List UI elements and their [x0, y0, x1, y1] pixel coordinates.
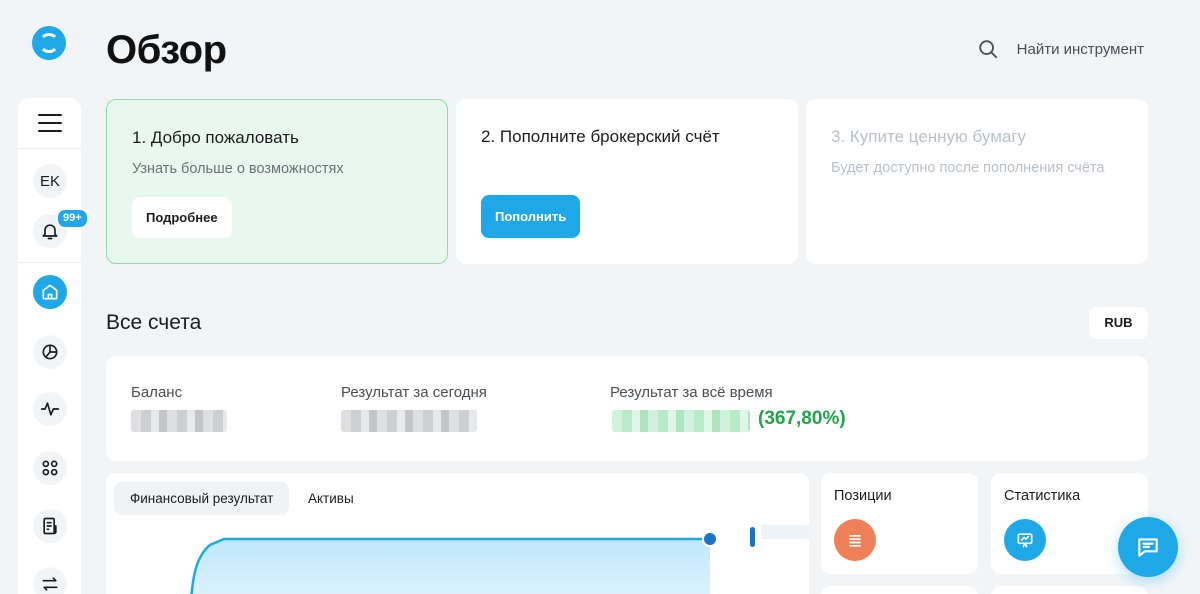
widget-title: Позиции — [834, 488, 892, 504]
sidebar-item-pulse[interactable] — [33, 392, 67, 426]
today-result-value-hidden — [341, 410, 477, 432]
tab-financial-result[interactable]: Финансовый результат — [114, 482, 290, 515]
onboarding-step-buy: 3. Купите ценную бумагу Будет доступно п… — [806, 99, 1148, 264]
onboarding-step-welcome: 1. Добро пожаловать Узнать больше о возм… — [106, 99, 448, 264]
step-subtitle: Узнать больше о возможностях — [132, 161, 344, 177]
widget-title: Статистика — [1004, 488, 1081, 504]
transfer-arrows-icon — [42, 577, 58, 591]
currency-selector[interactable]: RUB — [1089, 307, 1148, 339]
chart-scroll-handle[interactable] — [750, 527, 755, 547]
pulse-icon — [40, 402, 60, 416]
sidebar-item-portfolio[interactable] — [33, 335, 67, 369]
chart-range-track — [761, 525, 809, 539]
sidebar-item-catalog[interactable] — [33, 451, 67, 485]
chart-area — [191, 539, 710, 594]
support-chat-button[interactable] — [1118, 517, 1178, 577]
alltime-result-label: Результат за всё время — [610, 384, 773, 401]
step-subtitle: Будет доступно после пополнения счёта — [831, 160, 1105, 176]
home-icon — [42, 284, 58, 300]
avatar[interactable]: EK — [33, 164, 67, 198]
sidebar-divider — [18, 262, 81, 263]
step-title: 2. Пополните брокерский счёт — [481, 127, 720, 146]
deposit-button[interactable]: Пополнить — [481, 195, 581, 238]
pie-chart-icon — [42, 344, 58, 360]
chart-panel: Финансовый результат Активы — [106, 473, 809, 594]
search-icon — [978, 40, 997, 59]
page-title: Обзор — [106, 28, 227, 72]
sidebar: EK 99+ — [18, 98, 89, 594]
grid-icon — [42, 460, 58, 476]
alltime-result-percent: (367,80%) — [758, 408, 846, 429]
widget-placeholder — [991, 586, 1148, 594]
onboarding-step-deposit: 2. Пополните брокерский счёт Пополнить — [456, 99, 798, 264]
app-logo[interactable] — [32, 26, 66, 60]
menu-icon[interactable] — [38, 114, 62, 132]
sidebar-divider — [18, 148, 81, 149]
tab-assets[interactable]: Активы — [292, 482, 370, 515]
widget-placeholder — [821, 586, 978, 594]
balance-label: Баланс — [131, 384, 183, 401]
alltime-result-value-hidden — [612, 410, 750, 432]
sidebar-item-home[interactable] — [33, 275, 67, 309]
widget-positions[interactable]: Позиции — [821, 473, 978, 574]
step-title: 1. Добро пожаловать — [132, 128, 299, 147]
document-icon — [43, 517, 57, 535]
today-result-label: Результат за сегодня — [341, 384, 487, 401]
accounts-summary: Баланс Результат за сегодня Результат за… — [106, 356, 1148, 461]
step-title: 3. Купите ценную бумагу — [831, 127, 1027, 146]
chat-icon — [1138, 538, 1158, 557]
sidebar-item-documents[interactable] — [33, 509, 67, 543]
balance-value-hidden — [131, 410, 227, 432]
search-button[interactable]: Найти инструмент — [977, 38, 1144, 60]
chart-current-point[interactable] — [702, 531, 718, 547]
search-label: Найти инструмент — [1016, 40, 1144, 58]
notifications-badge: 99+ — [56, 208, 89, 229]
section-title: Все счета — [106, 311, 202, 334]
list-icon — [834, 519, 876, 561]
presentation-chart-icon — [1004, 519, 1046, 561]
sidebar-item-transfers[interactable] — [33, 567, 67, 594]
learn-more-button[interactable]: Подробнее — [132, 197, 232, 238]
